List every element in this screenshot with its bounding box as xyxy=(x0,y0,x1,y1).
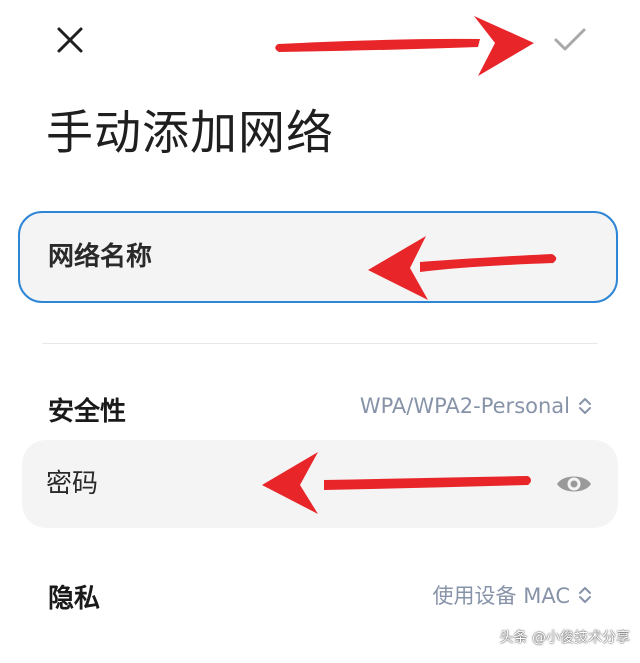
security-label: 安全性 xyxy=(48,397,127,427)
privacy-selector[interactable]: 使用设备 MAC xyxy=(433,580,592,610)
eye-icon xyxy=(557,476,591,492)
chevron-up-down-icon xyxy=(579,398,591,414)
page-title: 手动添加网络 xyxy=(46,106,334,161)
privacy-label: 隐私 xyxy=(48,584,101,614)
divider xyxy=(42,343,598,344)
close-button[interactable] xyxy=(48,18,92,62)
annotation-arrow-confirm xyxy=(275,16,534,76)
watermark: 头条 @小俊技术分享 xyxy=(499,630,630,646)
confirm-button[interactable] xyxy=(548,18,592,62)
close-icon xyxy=(57,27,83,53)
chevron-up-down-icon xyxy=(579,587,591,603)
security-value: WPA/WPA2-Personal xyxy=(359,394,570,418)
password-input[interactable] xyxy=(46,440,526,528)
security-selector[interactable]: WPA/WPA2-Personal xyxy=(360,394,592,418)
checkmark-icon xyxy=(554,28,586,51)
show-password-button[interactable] xyxy=(554,466,594,502)
network-name-field[interactable] xyxy=(18,211,618,303)
network-name-input[interactable] xyxy=(48,213,596,301)
password-field[interactable] xyxy=(22,440,618,528)
privacy-value: 使用设备 MAC xyxy=(432,584,570,608)
